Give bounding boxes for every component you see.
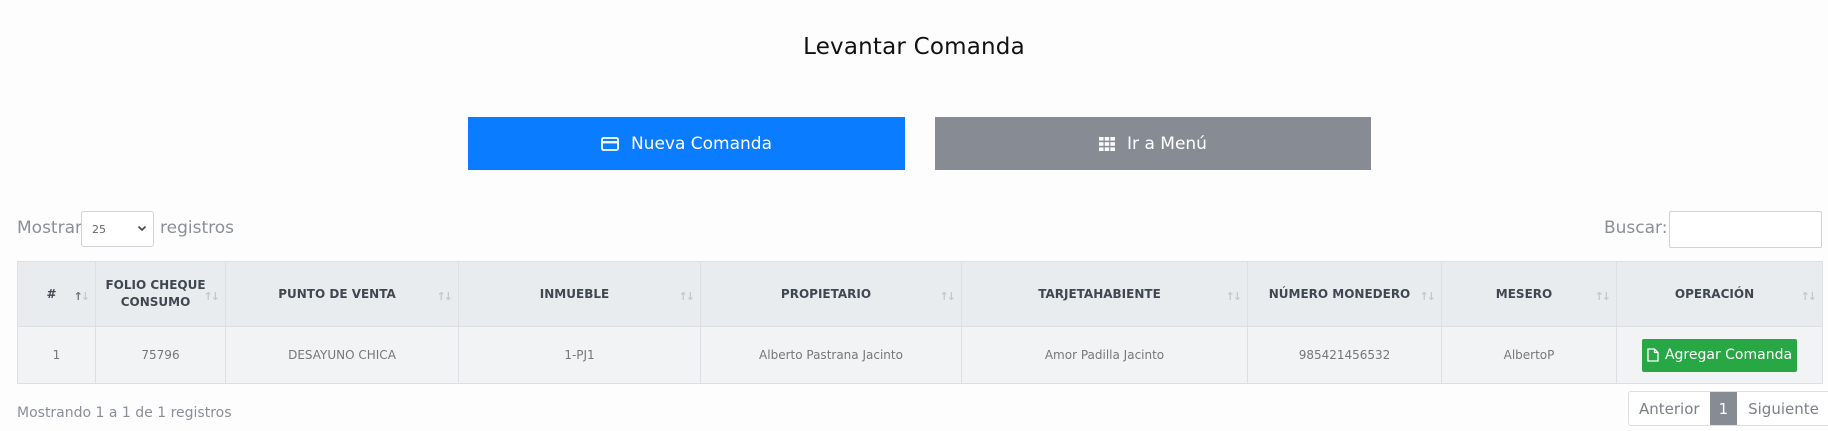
sort-icon: ↑↓ — [939, 290, 957, 303]
cell-mesero: AlbertoP — [1441, 326, 1617, 384]
cell-operacion: Agregar Comanda — [1616, 326, 1823, 384]
column-header-number[interactable]: # ↑↓ — [17, 261, 96, 327]
cell-tarjetahabiente: Amor Padilla Jacinto — [961, 326, 1248, 384]
pagination-page-1[interactable]: 1 — [1709, 392, 1738, 425]
sort-icon: ↑↓ — [678, 290, 696, 303]
credit-card-icon — [601, 136, 619, 151]
file-icon — [1647, 348, 1659, 362]
table-header-row: # ↑↓ FOLIO CHEQUE CONSUMO ↑↓ PUNTO DE VENT… — [17, 261, 1823, 327]
pagination-prev[interactable]: Anterior — [1629, 392, 1710, 425]
column-header-monedero[interactable]: NÚMERO MONEDERO ↑↓ — [1247, 261, 1442, 327]
sort-asc-icon: ↑↓ — [73, 290, 91, 303]
search-input[interactable] — [1669, 211, 1822, 248]
sort-icon: ↑↓ — [436, 290, 454, 303]
page-length-value: 25 — [92, 222, 106, 236]
cell-number: 1 — [17, 326, 96, 384]
add-order-button[interactable]: Agregar Comanda — [1642, 338, 1797, 372]
menu-button[interactable]: Ir a Menú — [935, 117, 1371, 170]
table-info: Mostrando 1 a 1 de 1 registros — [17, 405, 232, 421]
column-header-punto-venta[interactable]: PUNTO DE VENTA ↑↓ — [225, 261, 459, 327]
length-suffix: registros — [160, 218, 234, 238]
search-label: Buscar: — [1604, 218, 1668, 238]
column-header-operacion[interactable]: OPERACIÓN ↑↓ — [1616, 261, 1823, 327]
column-header-mesero[interactable]: MESERO ↑↓ — [1441, 261, 1617, 327]
column-header-propietario[interactable]: PROPIETARIO ↑↓ — [700, 261, 962, 327]
cell-folio: 75796 — [95, 326, 226, 384]
chevron-down-icon — [137, 223, 147, 236]
grid-icon — [1099, 136, 1115, 151]
pagination: Anterior 1 Siguiente — [1628, 391, 1828, 426]
sort-icon: ↑↓ — [1800, 290, 1818, 303]
page-title: Levantar Comanda — [803, 34, 1025, 60]
page-length-select[interactable]: 25 — [81, 211, 154, 247]
cell-propietario: Alberto Pastrana Jacinto — [700, 326, 962, 384]
sort-icon: ↑↓ — [1225, 290, 1243, 303]
orders-table: # ↑↓ FOLIO CHEQUE CONSUMO ↑↓ PUNTO DE VENT… — [17, 261, 1823, 384]
pagination-next[interactable]: Siguiente — [1737, 392, 1828, 425]
length-prefix: Mostrar — [17, 218, 82, 238]
add-order-label: Agregar Comanda — [1664, 347, 1793, 363]
new-order-button[interactable]: Nueva Comanda — [468, 117, 905, 170]
sort-icon: ↑↓ — [1419, 290, 1437, 303]
table-row: 1 75796 DESAYUNO CHICA 1-PJ1 Alberto Pas… — [17, 326, 1823, 384]
sort-icon: ↑↓ — [1594, 290, 1612, 303]
sort-icon: ↑↓ — [203, 290, 221, 303]
cell-monedero: 985421456532 — [1247, 326, 1442, 384]
column-header-tarjetahabiente[interactable]: TARJETAHABIENTE ↑↓ — [961, 261, 1248, 327]
column-header-folio[interactable]: FOLIO CHEQUE CONSUMO ↑↓ — [95, 261, 226, 327]
cell-punto-venta: DESAYUNO CHICA — [225, 326, 459, 384]
column-header-inmueble[interactable]: INMUEBLE ↑↓ — [458, 261, 701, 327]
new-order-label: Nueva Comanda — [630, 133, 773, 154]
cell-inmueble: 1-PJ1 — [458, 326, 701, 384]
menu-label: Ir a Menú — [1127, 133, 1207, 154]
